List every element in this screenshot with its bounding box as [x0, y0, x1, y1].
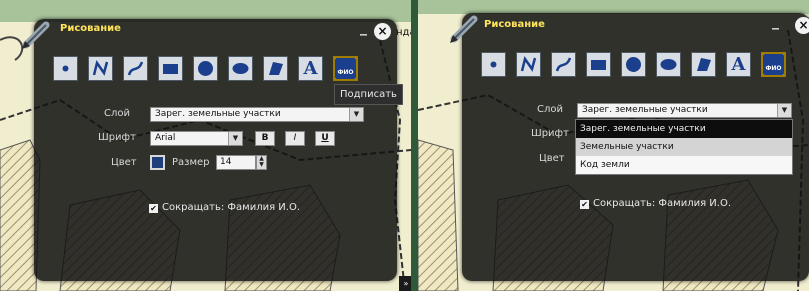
- tool-rectangle[interactable]: [158, 56, 183, 81]
- drawing-dialog: Рисование _ ×: [22, 19, 403, 281]
- tool-point[interactable]: [53, 56, 78, 81]
- pencil-icon: [22, 21, 50, 49]
- checkmark-icon: ✔: [580, 200, 589, 209]
- size-input[interactable]: 14: [216, 155, 256, 170]
- layer-label: Слой: [537, 104, 563, 115]
- dot-icon: [62, 65, 69, 72]
- abbreviate-checkbox[interactable]: ✔ Сокращать: Фамилия И.О.: [149, 202, 300, 213]
- tool-rectangle[interactable]: [586, 52, 611, 77]
- color-label: Цвет: [539, 153, 565, 164]
- right-screenshot: Рисование _ × A ФИО Слой Зарег. земельны…: [418, 0, 809, 291]
- dialog-title: Рисование: [484, 19, 545, 30]
- sign-label-icon: ФИО: [763, 54, 784, 75]
- polyline-icon: [92, 60, 109, 76]
- layer-select-value: Зарег. земельные участки: [582, 105, 708, 115]
- rectangle-icon: [163, 64, 178, 74]
- tool-polyline[interactable]: [516, 52, 541, 77]
- underline-button[interactable]: U: [315, 131, 335, 146]
- dropdown-option[interactable]: Код земли: [576, 156, 792, 174]
- minimize-button[interactable]: _: [360, 21, 367, 35]
- circle-icon: [198, 61, 213, 76]
- abbreviate-label: Сокращать: Фамилия И.О.: [162, 202, 301, 213]
- abbreviate-checkbox[interactable]: ✔ Сокращать: Фамилия И.О.: [580, 198, 731, 209]
- layer-select-value: Зарег. земельные участки: [155, 109, 281, 119]
- circle-icon: [626, 57, 641, 72]
- tooltip-sign: Подписать: [334, 84, 403, 105]
- tool-text[interactable]: A: [298, 56, 323, 81]
- layer-dropdown-list: Зарег. земельные участки Земельные участ…: [575, 119, 793, 175]
- tool-sign[interactable]: ФИО: [761, 52, 786, 77]
- color-swatch[interactable]: [150, 155, 165, 170]
- dialog-title: Рисование: [60, 23, 121, 34]
- polygon-icon: [697, 58, 711, 71]
- left-screenshot: нда Рисование _ ×: [0, 0, 411, 291]
- tool-curve[interactable]: [123, 56, 148, 81]
- chevron-down-icon[interactable]: ▼: [228, 132, 242, 145]
- curve-icon: [555, 57, 572, 72]
- sign-label-icon: ФИО: [335, 58, 356, 79]
- minimize-button[interactable]: _: [772, 15, 779, 29]
- size-label: Размер: [172, 157, 210, 168]
- dropdown-option[interactable]: Зарег. земельные участки: [576, 120, 792, 138]
- italic-button[interactable]: I: [285, 131, 305, 146]
- tool-curve[interactable]: [551, 52, 576, 77]
- letter-a-icon: A: [303, 58, 318, 79]
- tool-ellipse[interactable]: [228, 56, 253, 81]
- dropdown-option[interactable]: Земельные участки: [576, 138, 792, 156]
- tool-sign[interactable]: ФИО: [333, 56, 358, 81]
- checkmark-icon: ✔: [149, 204, 158, 213]
- polyline-icon: [520, 56, 537, 72]
- layer-label: Слой: [104, 108, 130, 119]
- bold-button[interactable]: B: [255, 131, 275, 146]
- tool-ellipse[interactable]: [656, 52, 681, 77]
- color-label: Цвет: [111, 157, 137, 168]
- pane-divider: [411, 0, 418, 291]
- size-stepper[interactable]: ▲ ▼: [256, 155, 267, 170]
- dot-icon: [490, 61, 497, 68]
- tool-point[interactable]: [481, 52, 506, 77]
- chevron-down-icon[interactable]: ▼: [349, 108, 363, 121]
- tool-polyline[interactable]: [88, 56, 113, 81]
- font-select[interactable]: Arial ▼: [150, 131, 243, 146]
- font-select-value: Arial: [155, 133, 176, 143]
- close-button[interactable]: ×: [795, 17, 809, 34]
- rectangle-icon: [591, 60, 606, 70]
- chevron-down-icon[interactable]: ▼: [777, 104, 791, 117]
- map-edge-text: нда: [396, 27, 411, 38]
- panel-toggle-button[interactable]: »: [399, 276, 411, 291]
- tool-circle[interactable]: [621, 52, 646, 77]
- letter-a-icon: A: [731, 54, 746, 75]
- polygon-icon: [269, 62, 283, 75]
- tool-circle[interactable]: [193, 56, 218, 81]
- tool-polygon[interactable]: [263, 56, 288, 81]
- close-button[interactable]: ×: [374, 23, 391, 40]
- curve-icon: [127, 61, 144, 76]
- drawing-dialog: Рисование _ ×: [450, 13, 809, 281]
- abbreviate-label: Сокращать: Фамилия И.О.: [593, 198, 732, 209]
- font-label: Шрифт: [531, 128, 569, 139]
- ellipse-icon: [232, 63, 249, 74]
- ellipse-icon: [660, 59, 677, 70]
- layer-select[interactable]: Зарег. земельные участки ▼: [150, 107, 364, 122]
- font-label: Шрифт: [98, 132, 136, 143]
- tool-polygon[interactable]: [691, 52, 716, 77]
- layer-select[interactable]: Зарег. земельные участки ▼: [577, 103, 792, 118]
- pencil-icon: [450, 15, 478, 43]
- tool-text[interactable]: A: [726, 52, 751, 77]
